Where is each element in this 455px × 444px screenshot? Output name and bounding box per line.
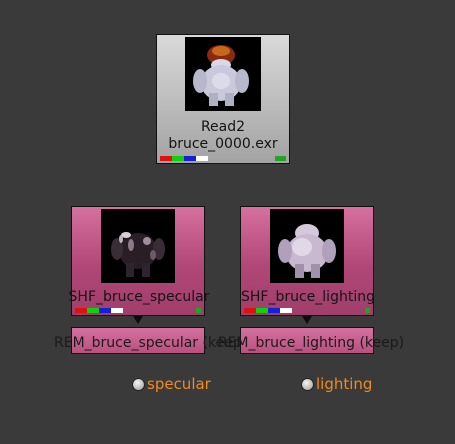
shuffle-specular-thumbnail — [101, 209, 175, 283]
shuffle-node-specular[interactable]: SHF_bruce_specular — [69, 206, 209, 316]
remove-node-specular[interactable]: REM_bruce_specular (keep) — [54, 327, 247, 354]
channel-bar — [160, 156, 208, 161]
mask-indicator — [275, 156, 286, 161]
shuffle-lighting-label: SHF_bruce_lighting — [241, 289, 375, 305]
output-arrow-icon — [133, 316, 143, 324]
shuffle-node-lighting[interactable]: SHF_bruce_lighting — [240, 206, 375, 316]
output-arrow-icon — [302, 316, 312, 324]
shuffle-specular-label: SHF_bruce_specular — [68, 289, 210, 305]
channel-bar — [75, 308, 123, 313]
read-node-file: bruce_0000.exr — [168, 136, 278, 152]
output-lighting[interactable]: lighting — [301, 375, 372, 393]
channel-bar — [244, 308, 292, 313]
read-node[interactable]: Read2 bruce_0000.exr — [156, 34, 290, 164]
mask-indicator — [365, 308, 370, 313]
output-specular-label: specular — [147, 375, 211, 393]
output-dot-icon[interactable] — [132, 377, 145, 391]
mask-indicator — [196, 308, 201, 313]
remove-node-lighting[interactable]: REM_bruce_lighting (keep) — [218, 327, 404, 354]
read-node-name: Read2 — [200, 119, 246, 135]
shuffle-lighting-thumbnail — [270, 209, 344, 283]
remove-lighting-label: REM_bruce_lighting (keep) — [217, 335, 405, 351]
output-dot-icon[interactable] — [301, 377, 314, 391]
output-specular[interactable]: specular — [132, 375, 211, 393]
output-lighting-label: lighting — [316, 375, 373, 393]
read-thumbnail — [185, 37, 261, 111]
